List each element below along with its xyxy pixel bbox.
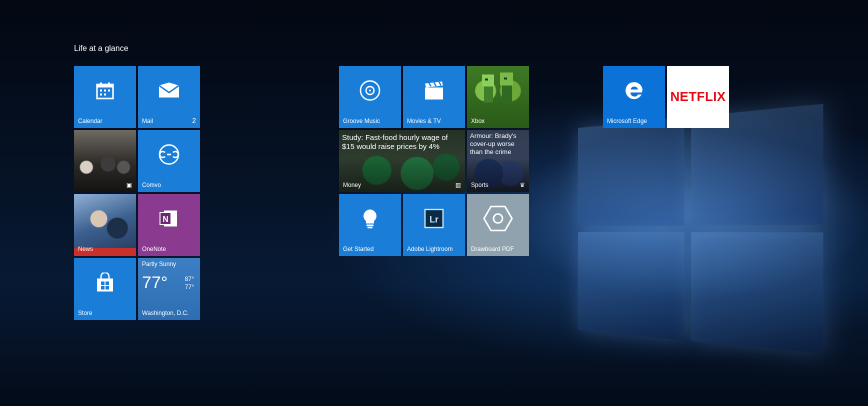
tile-label: Groove Music (343, 119, 381, 125)
news-headline: Study: Fast-food hourly wage of $15 woul… (342, 133, 448, 151)
tile-label: Microsoft Edge (607, 119, 648, 125)
tile-groove-music[interactable]: Groove Music (339, 66, 401, 128)
mail-icon (158, 82, 180, 104)
tile-label: Washington, D.C. (142, 311, 189, 317)
clapperboard-icon (423, 81, 445, 106)
windows-logo-pane (578, 232, 685, 341)
edge-logo-icon (623, 80, 645, 107)
xbox-characters-image (478, 69, 518, 118)
tile-movies-tv[interactable]: Movies & TV (403, 66, 465, 128)
tile-comvo[interactable]: Comvo (138, 130, 200, 192)
tile-label: Money (343, 183, 362, 189)
lightroom-icon: Lr (424, 209, 444, 234)
tile-news[interactable]: News (74, 194, 136, 256)
tile-xbox[interactable]: Xbox (467, 66, 529, 128)
windows-logo-pane (578, 117, 685, 226)
windows-logo-pane (691, 232, 824, 354)
lightbulb-icon (361, 208, 379, 235)
trophy-icon: ♛ (519, 183, 525, 189)
group-title[interactable]: Life at a glance (74, 44, 128, 53)
tile-drawboard-pdf[interactable]: Drawboard PDF (467, 194, 529, 256)
tile-label: Mail (142, 119, 154, 125)
tile-label: Calendar (78, 119, 103, 125)
tile-label: Sports (471, 183, 489, 189)
tile-calendar[interactable]: Calendar (74, 66, 136, 128)
tile-label: Drawboard PDF (471, 247, 515, 253)
weather-high: 87° (184, 277, 194, 283)
tile-weather[interactable]: Partly Sunny 77° 87° 77° Washington, D.C… (138, 258, 200, 320)
tile-label: Store (78, 311, 93, 317)
svg-text:Lr: Lr (430, 215, 439, 225)
tile-label: Get Started (343, 247, 374, 253)
tile-money[interactable]: Study: Fast-food hourly wage of $15 woul… (339, 130, 465, 192)
drawboard-hexagon-icon (483, 205, 513, 238)
tile-adobe-lightroom[interactable]: Lr Adobe Lightroom (403, 194, 465, 256)
windows-logo-wallpaper (578, 103, 829, 357)
tile-label: Adobe Lightroom (407, 247, 453, 253)
weather-condition: Partly Sunny (142, 262, 177, 268)
tile-store[interactable]: Store (74, 258, 136, 320)
tile-label: Movies & TV (407, 119, 441, 125)
tile-mail[interactable]: Mail 2 (138, 66, 200, 128)
unread-badge: 2 (192, 118, 196, 125)
onenote-icon: N (158, 208, 180, 235)
tile-netflix[interactable]: NETFLIX (667, 66, 729, 128)
tile-photos[interactable]: ▣ (74, 130, 136, 192)
store-bag-icon (96, 272, 114, 298)
tile-microsoft-edge[interactable]: Microsoft Edge (603, 66, 665, 128)
news-headline: Armour: Brady's cover-up worse than the … (470, 133, 517, 156)
tile-label: News (78, 247, 94, 253)
calendar-icon (95, 81, 115, 106)
weather-high-low: 87° 77° (185, 276, 194, 292)
tile-get-started[interactable]: Get Started (339, 194, 401, 256)
chart-icon: ▥ (455, 183, 461, 189)
weather-low: 77° (184, 285, 194, 291)
netflix-logo: NETFLIX (670, 89, 726, 104)
photos-icon: ▣ (126, 183, 132, 189)
tile-label: Comvo (142, 183, 162, 189)
weather-temperature: 77° (142, 273, 168, 292)
tile-label: OneNote (142, 247, 167, 253)
tile-label: Xbox (471, 119, 485, 125)
tile-sports[interactable]: Armour: Brady's cover-up worse than the … (467, 130, 529, 192)
svg-text:N: N (163, 215, 169, 224)
music-disc-icon (359, 80, 381, 107)
tile-onenote[interactable]: N OneNote (138, 194, 200, 256)
link-icon (158, 144, 180, 171)
